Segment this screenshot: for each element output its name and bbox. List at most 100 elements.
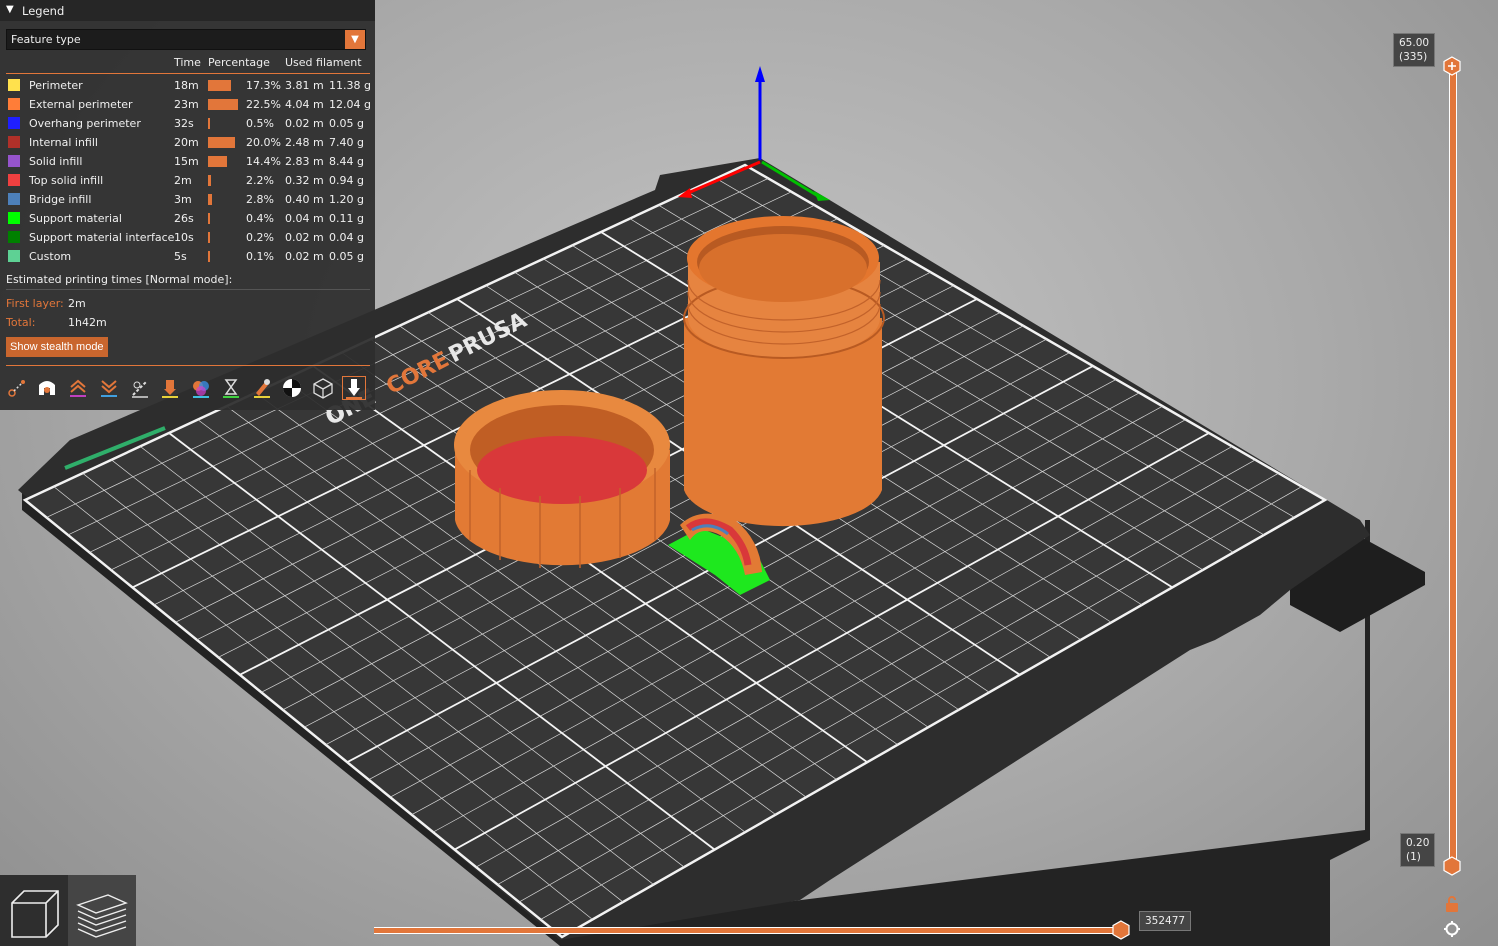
- layer-slider-track[interactable]: [1449, 66, 1457, 866]
- legend-row[interactable]: External perimeter 23m 22.5% 4.04 m 12.04 g: [0, 95, 375, 114]
- feature-time: 26s: [174, 212, 194, 225]
- feature-time: 20m: [174, 136, 199, 149]
- feature-name: Custom: [29, 250, 72, 263]
- legend-row[interactable]: Top solid infill 2m 2.2% 0.32 m 0.94 g: [0, 171, 375, 190]
- shells-icon[interactable]: [312, 377, 334, 399]
- chevron-down-icon[interactable]: ▼: [345, 30, 365, 49]
- deretractions-icon[interactable]: [98, 377, 120, 399]
- feature-percentage-bar: [208, 194, 212, 205]
- feature-percentage-bar: [208, 175, 211, 186]
- legend-row[interactable]: Internal infill 20m 20.0% 2.48 m 7.40 g: [0, 133, 375, 152]
- legend-title: Legend: [22, 4, 65, 18]
- feature-name: External perimeter: [29, 98, 133, 111]
- feature-color-swatch: [8, 98, 20, 110]
- wipe-icon[interactable]: [36, 377, 58, 399]
- feature-color-swatch: [8, 212, 20, 224]
- layer-top-tag: 65.00 (335): [1393, 33, 1436, 67]
- feature-percentage-bar: [208, 118, 210, 129]
- header-time: Time: [174, 56, 201, 69]
- show-stealth-mode-button[interactable]: Show stealth mode: [6, 337, 108, 357]
- legend-row[interactable]: Perimeter 18m 17.3% 3.81 m 11.38 g: [0, 76, 375, 95]
- feature-percentage: 22.5%: [246, 98, 281, 111]
- feature-percentage: 17.3%: [246, 79, 281, 92]
- feature-percentage: 0.5%: [246, 117, 274, 130]
- layer-top-height: 65.00: [1399, 37, 1430, 49]
- legend-row[interactable]: Support material interface 10s 0.2% 0.02 m 0…: [0, 228, 375, 247]
- preview-view-icon[interactable]: [68, 875, 136, 946]
- move-slider-value: 352477: [1139, 911, 1192, 931]
- feature-color-swatch: [8, 231, 20, 243]
- feature-name: Support material: [29, 212, 122, 225]
- view-type-dropdown[interactable]: Feature type ▼: [6, 29, 366, 50]
- object-cylinder: [683, 216, 885, 527]
- feature-color-swatch: [8, 136, 20, 148]
- layer-bottom-tag: 0.20 (1): [1400, 833, 1436, 867]
- view-type-value: Feature type: [11, 33, 81, 46]
- layer-top-number: (335): [1399, 51, 1428, 63]
- feature-name: Internal infill: [29, 136, 98, 149]
- feature-percentage: 20.0%: [246, 136, 281, 149]
- feature-color-swatch: [8, 117, 20, 129]
- retractions-icon[interactable]: [67, 377, 89, 399]
- feature-weight: 0.04 g: [329, 231, 364, 244]
- legend-divider: [6, 73, 370, 74]
- feature-name: Solid infill: [29, 155, 83, 168]
- layer-bottom-number: (1): [1406, 851, 1421, 863]
- feature-color-swatch: [8, 193, 20, 205]
- tool-marker-icon[interactable]: [342, 376, 366, 400]
- feature-name: Overhang perimeter: [29, 117, 141, 130]
- feature-length: 0.32 m: [285, 174, 324, 187]
- legend-row[interactable]: Solid infill 15m 14.4% 2.83 m 8.44 g: [0, 152, 375, 171]
- layer-bottom-thumb[interactable]: [1442, 856, 1462, 876]
- feature-name: Support material interface: [29, 231, 175, 244]
- layer-top-thumb[interactable]: [1442, 56, 1462, 76]
- pause-prints-icon[interactable]: [220, 377, 242, 399]
- seams-icon[interactable]: [129, 377, 151, 399]
- legend-panel: ▼ Legend Feature type ▼ Time Percentage …: [0, 0, 375, 410]
- feature-percentage-bar: [208, 99, 238, 110]
- feature-length: 2.48 m: [285, 136, 324, 149]
- legend-row[interactable]: Support material 26s 0.4% 0.04 m 0.11 g: [0, 209, 375, 228]
- feature-weight: 0.05 g: [329, 117, 364, 130]
- feature-length: 4.04 m: [285, 98, 324, 111]
- feature-length: 0.04 m: [285, 212, 324, 225]
- feature-percentage-bar: [208, 251, 210, 262]
- z-axis-arrow: [755, 66, 765, 82]
- settings-cog-icon[interactable]: [1443, 920, 1461, 938]
- feature-name: Perimeter: [29, 79, 83, 92]
- first-layer-label: First layer:: [6, 297, 64, 310]
- unlock-icon[interactable]: [1443, 895, 1461, 913]
- total-label: Total:: [6, 316, 36, 329]
- estimated-times-label: Estimated printing times [Normal mode]:: [6, 273, 233, 286]
- move-slider-thumb[interactable]: [1111, 920, 1131, 940]
- legend-header[interactable]: ▼ Legend: [0, 0, 375, 21]
- feature-time: 5s: [174, 250, 187, 263]
- header-filament: Used filament: [285, 56, 362, 69]
- feature-percentage: 0.4%: [246, 212, 274, 225]
- legend-row[interactable]: Custom 5s 0.1% 0.02 m 0.05 g: [0, 247, 375, 266]
- feature-time: 32s: [174, 117, 194, 130]
- legend-row[interactable]: Overhang perimeter 32s 0.5% 0.02 m 0.05 g: [0, 114, 375, 133]
- feature-percentage-bar: [208, 137, 235, 148]
- feature-length: 3.81 m: [285, 79, 324, 92]
- feature-percentage: 2.8%: [246, 193, 274, 206]
- 3d-view-icon[interactable]: [0, 875, 68, 946]
- center-of-gravity-icon[interactable]: [281, 377, 303, 399]
- feature-weight: 7.40 g: [329, 136, 364, 149]
- feature-time: 18m: [174, 79, 199, 92]
- feature-weight: 1.20 g: [329, 193, 364, 206]
- travel-icon[interactable]: [6, 377, 28, 399]
- collapse-triangle-icon[interactable]: ▼: [6, 4, 14, 15]
- custom-gcodes-icon[interactable]: [251, 377, 273, 399]
- tool-changes-icon[interactable]: [159, 377, 181, 399]
- color-changes-icon[interactable]: [190, 377, 212, 399]
- feature-percentage-bar: [208, 156, 227, 167]
- feature-weight: 12.04 g: [329, 98, 371, 111]
- header-percentage: Percentage: [208, 56, 270, 69]
- feature-percentage-bar: [208, 232, 210, 243]
- legend-row[interactable]: Bridge infill 3m 2.8% 0.40 m 1.20 g: [0, 190, 375, 209]
- feature-length: 0.02 m: [285, 231, 324, 244]
- feature-time: 2m: [174, 174, 192, 187]
- feature-weight: 11.38 g: [329, 79, 371, 92]
- move-slider-track[interactable]: [374, 927, 1122, 934]
